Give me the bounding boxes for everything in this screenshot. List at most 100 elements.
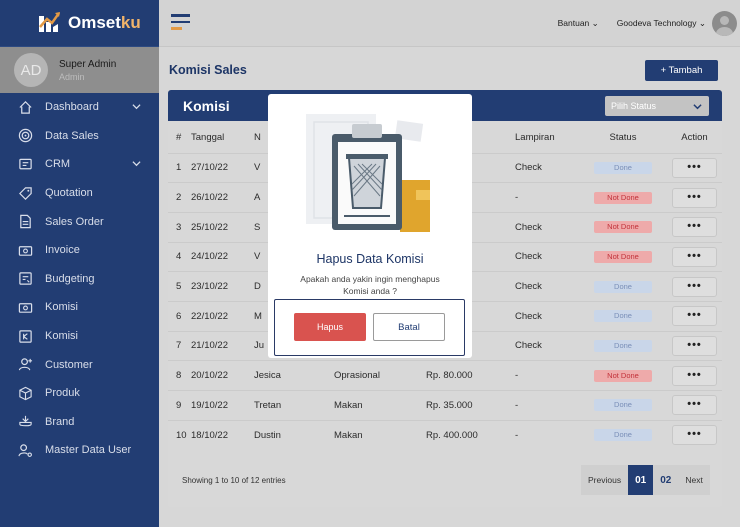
- sidebar-item-dashboard[interactable]: Dashboard: [0, 93, 159, 122]
- crm-icon: [19, 158, 32, 170]
- help-menu[interactable]: Bantuan ⌄: [558, 18, 599, 29]
- row-status: Not Done: [579, 360, 667, 391]
- row-status: Done: [579, 152, 667, 183]
- row-action: •••: [667, 330, 722, 361]
- row-status: Done: [579, 419, 667, 450]
- row-number: 8: [168, 360, 191, 391]
- sidebar-item-komisi[interactable]: Komisi: [0, 293, 159, 322]
- sidebar-item-produk[interactable]: Produk: [0, 379, 159, 408]
- column-header: #: [176, 132, 182, 144]
- user-avatar-icon[interactable]: [712, 11, 737, 36]
- row-action: •••: [667, 271, 722, 302]
- row-date: 24/10/22: [191, 241, 254, 272]
- row-action: •••: [667, 241, 722, 272]
- row-number: 1: [168, 152, 191, 183]
- sidebar-item-invoice[interactable]: Invoice: [0, 236, 159, 265]
- sidebar-item-brand[interactable]: Brand: [0, 408, 159, 437]
- sidebar-item-label: Komisi: [45, 330, 79, 343]
- user-profile[interactable]: AD Super Admin Admin: [0, 47, 159, 93]
- sidebar-item-sales-order[interactable]: Sales Order: [0, 207, 159, 236]
- more-actions-button[interactable]: •••: [672, 395, 717, 416]
- row-number: 7: [168, 330, 191, 361]
- row-date: 19/10/22: [191, 390, 254, 421]
- target-icon: [18, 129, 33, 143]
- sidebar-item-crm[interactable]: CRM: [0, 150, 159, 179]
- more-actions-button[interactable]: •••: [672, 335, 717, 356]
- add-button[interactable]: + Tambah: [645, 60, 718, 81]
- page-2-button[interactable]: 02: [653, 465, 678, 495]
- row-number: 2: [168, 182, 191, 213]
- row-attachment: Check: [515, 330, 579, 361]
- logo-chart-icon: [39, 12, 61, 32]
- budget-icon: [19, 272, 32, 286]
- row-status: Not Done: [579, 182, 667, 213]
- sidebar-item-label: Master Data User: [45, 444, 132, 457]
- modal-actions: Hapus Batal: [274, 299, 465, 356]
- chevron-down-icon: [693, 104, 702, 110]
- more-actions-button[interactable]: •••: [672, 276, 717, 297]
- row-number: 10: [168, 419, 191, 450]
- status-badge: Done: [594, 280, 652, 293]
- sidebar-item-master-data-user[interactable]: Master Data User: [0, 436, 159, 465]
- row-attachment: Check: [515, 211, 579, 243]
- row-amount: Rp. 35.000: [426, 390, 515, 421]
- commission-icon: [19, 329, 32, 343]
- row-attachment: Check: [515, 241, 579, 272]
- row-attachment: Check: [515, 152, 579, 183]
- sidebar-item-label: Budgeting: [45, 272, 95, 285]
- status-badge: Done: [594, 429, 652, 442]
- column-header: Lampiran: [515, 132, 555, 144]
- sidebar-item-label: Brand: [45, 415, 75, 428]
- row-type: Makan: [334, 390, 426, 421]
- more-actions-button[interactable]: •••: [672, 157, 717, 178]
- more-actions-button[interactable]: •••: [672, 425, 717, 446]
- table-row: 8 20/10/22 Jesica Oprasional Rp. 80.000- Not …: [168, 360, 722, 391]
- more-actions-button[interactable]: •••: [672, 306, 717, 327]
- hamburger-menu-icon[interactable]: [171, 14, 190, 31]
- home-icon: [19, 100, 32, 114]
- row-number: 6: [168, 300, 191, 332]
- page-1-button[interactable]: 01: [628, 465, 654, 495]
- row-number: 4: [168, 241, 191, 272]
- row-action: •••: [667, 211, 722, 243]
- sidebar-item-data-sales[interactable]: Data Sales: [0, 122, 159, 151]
- row-status: Not Done: [579, 241, 667, 272]
- top-bar: Bantuan ⌄ Goodeva Technology ⌄: [159, 0, 740, 47]
- cancel-button[interactable]: Batal: [373, 313, 445, 341]
- row-name: Jesica: [254, 360, 334, 391]
- row-date: 21/10/22: [191, 330, 254, 361]
- row-status: Done: [579, 390, 667, 421]
- modal-title: Hapus Data Komisi: [316, 252, 424, 266]
- app-logo[interactable]: Omsetku: [0, 0, 159, 47]
- row-name: Tretan: [254, 390, 334, 421]
- sidebar-item-customer[interactable]: Customer: [0, 350, 159, 379]
- chevron-down-icon: [132, 161, 141, 167]
- document-icon: [20, 214, 31, 229]
- sidebar-item-quotation[interactable]: Quotation: [0, 179, 159, 208]
- row-attachment: Check: [515, 300, 579, 332]
- row-date: 26/10/22: [191, 182, 254, 213]
- sidebar-item-budgeting[interactable]: Budgeting: [0, 265, 159, 294]
- row-date: 20/10/22: [191, 360, 254, 391]
- sidebar-item-komisi-2[interactable]: Komisi: [0, 322, 159, 351]
- more-actions-button[interactable]: •••: [672, 365, 717, 386]
- row-attachment: -: [515, 419, 579, 450]
- status-filter-select[interactable]: Pilih Status: [605, 96, 709, 116]
- status-badge: Done: [594, 161, 652, 174]
- more-actions-button[interactable]: •••: [672, 217, 717, 238]
- sidebar-item-label: Produk: [45, 387, 80, 400]
- status-badge: Not Done: [594, 250, 652, 263]
- commission-icon: [18, 303, 33, 313]
- row-type: Makan: [334, 419, 426, 450]
- page-title: Komisi Sales: [169, 63, 247, 77]
- status-badge: Done: [594, 339, 652, 352]
- previous-page-button[interactable]: Previous: [581, 465, 628, 495]
- more-actions-button[interactable]: •••: [672, 187, 717, 208]
- chevron-down-icon: [132, 104, 141, 110]
- company-menu[interactable]: Goodeva Technology ⌄: [617, 18, 706, 29]
- sidebar-item-label: Dashboard: [45, 101, 99, 114]
- delete-confirm-button[interactable]: Hapus: [294, 313, 366, 341]
- next-page-button[interactable]: Next: [678, 465, 709, 495]
- more-actions-button[interactable]: •••: [672, 246, 717, 267]
- sidebar: Omsetku AD Super Admin Admin Dashboard D…: [0, 0, 159, 527]
